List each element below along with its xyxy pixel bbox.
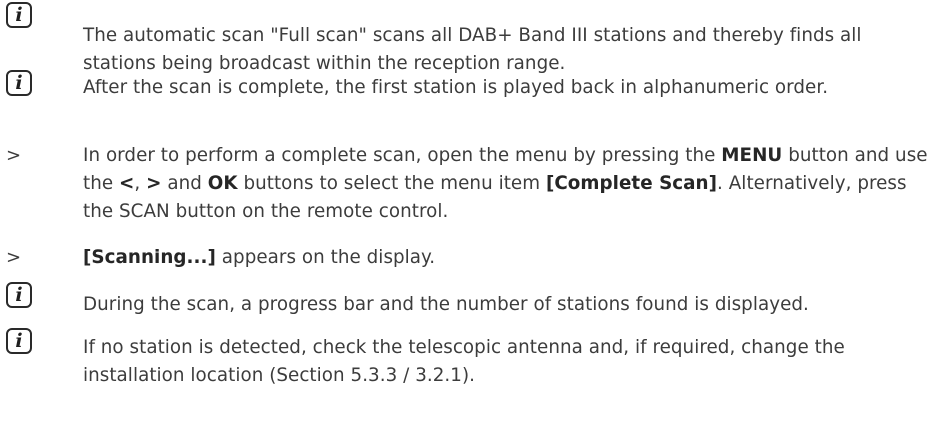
step-arrow-marker: > — [6, 247, 22, 268]
note-text: If no station is detected, check the tel… — [83, 337, 845, 386]
info-icon: i — [6, 282, 32, 308]
menu-button-label: MENU — [721, 145, 783, 166]
note-text: During the scan, a progress bar and the … — [83, 294, 809, 315]
info-icon: i — [6, 328, 32, 354]
info-icon: i — [6, 70, 32, 96]
note-text: After the scan is complete, the first st… — [83, 77, 829, 98]
scanning-display-text: [Scanning...] — [83, 247, 216, 268]
step-text: In order to perform a complete scan, ope… — [83, 145, 928, 222]
note-text: The automatic scan "Full scan" scans all… — [83, 25, 862, 74]
right-button-label: > — [146, 173, 162, 194]
step-text: [Scanning...] appears on the display. — [83, 247, 436, 268]
left-button-label: < — [119, 173, 135, 194]
info-icon: i — [6, 2, 32, 28]
complete-scan-menu-item: [Complete Scan] — [545, 173, 718, 194]
ok-button-label: OK — [207, 173, 238, 194]
step-arrow-marker: > — [6, 145, 22, 166]
